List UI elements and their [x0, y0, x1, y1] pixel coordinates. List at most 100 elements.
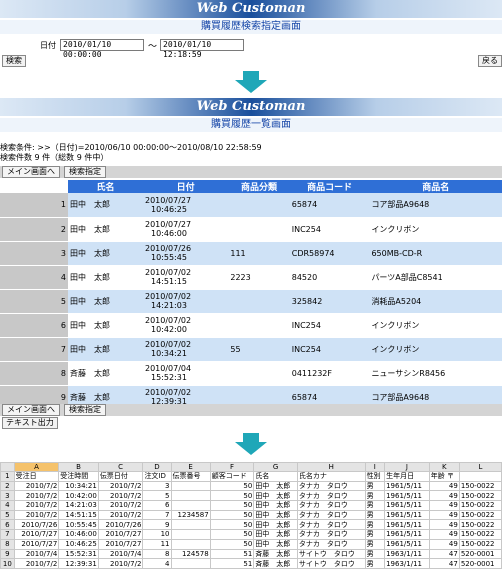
sheet-cell[interactable]: 15:52:31	[58, 548, 99, 560]
sheet-cell[interactable]: タナカ タロウ	[296, 519, 366, 531]
sheet-cell[interactable]: 47	[428, 548, 460, 560]
text-output-button[interactable]: テキスト出力	[2, 417, 58, 429]
sheet-cell[interactable]: 2010/7/4	[97, 548, 144, 560]
column-letter[interactable]: A	[13, 462, 60, 472]
sheet-cell[interactable]: 520-0001	[458, 548, 502, 560]
row-header[interactable]: 8	[0, 538, 15, 550]
sheet-cell[interactable]: サイトウ タロウ	[296, 548, 366, 560]
sheet-cell[interactable]: 2010/7/26	[97, 519, 144, 531]
sheet-cell[interactable]: 51	[209, 558, 255, 569]
sheet-cell[interactable]: サイトウ タロウ	[296, 558, 366, 569]
sheet-cell[interactable]: 124578	[170, 548, 211, 560]
sheet-cell[interactable]: 2010/7/2	[13, 480, 60, 492]
sheet-cell[interactable]: 田中 太郎	[253, 529, 298, 540]
sheet-cell[interactable]: 49	[428, 538, 460, 550]
sheet-cell[interactable]: 11	[142, 538, 172, 550]
sheet-cell[interactable]: 斉藤 太郎	[253, 548, 298, 560]
sheet-cell[interactable]: 49	[428, 529, 460, 540]
sheet-cell[interactable]: 150-0022	[458, 480, 502, 492]
sheet-cell[interactable]: 受注日	[13, 471, 60, 482]
sheet-cell[interactable]: 4	[142, 558, 172, 569]
column-letter[interactable]: F	[209, 462, 255, 472]
search-button[interactable]: 検索	[2, 55, 26, 67]
sheet-cell[interactable]: タナカ タロウ	[296, 490, 366, 502]
sheet-cell[interactable]: 9	[142, 519, 172, 531]
sheet-cell[interactable]: 50	[209, 538, 255, 550]
sheet-cell[interactable]: 1963/1/11	[384, 558, 430, 569]
column-letter[interactable]: B	[58, 462, 99, 472]
column-letter[interactable]: D	[142, 462, 172, 472]
row-header[interactable]: 1	[0, 471, 15, 482]
sheet-cell[interactable]: 2010/7/4	[13, 548, 60, 560]
sheet-cell[interactable]: 14:21:03	[58, 500, 99, 511]
search-spec-button-bottom[interactable]: 検索指定	[64, 404, 106, 416]
sheet-cell[interactable]: 150-0022	[458, 529, 502, 540]
sheet-cell[interactable]: 10:34:21	[58, 480, 99, 492]
sheet-cell[interactable]: 10:46:00	[58, 529, 99, 540]
sheet-cell[interactable]: 注文ID	[142, 471, 172, 482]
sheet-cell[interactable]: 1234587	[170, 509, 211, 521]
row-header[interactable]: 3	[0, 490, 15, 502]
sheet-cell[interactable]: 男	[364, 490, 386, 502]
sheet-cell[interactable]: 伝票番号	[170, 471, 211, 482]
sheet-cell[interactable]: 男	[364, 509, 386, 521]
sheet-cell[interactable]: 男	[364, 548, 386, 560]
column-letter[interactable]: G	[253, 462, 298, 472]
sheet-cell[interactable]: 49	[428, 480, 460, 492]
sheet-cell[interactable]: 1961/5/11	[384, 538, 430, 550]
sheet-cell[interactable]: 50	[209, 519, 255, 531]
sheet-cell[interactable]: 田中 太郎	[253, 538, 298, 550]
sheet-cell[interactable]: 田中 太郎	[253, 500, 298, 511]
sheet-cell[interactable]: 8	[142, 548, 172, 560]
sheet-cell[interactable]: 受注時間	[58, 471, 99, 482]
sheet-cell[interactable]: 520-0001	[458, 558, 502, 569]
sheet-cell[interactable]: 2010/7/2	[13, 509, 60, 521]
sheet-cell[interactable]: 6	[142, 500, 172, 511]
sheet-cell[interactable]: 2010/7/2	[13, 490, 60, 502]
column-letter[interactable]: E	[170, 462, 211, 472]
main-menu-button[interactable]: メイン画面へ	[2, 166, 60, 178]
sheet-cell[interactable]: タナカ タロウ	[296, 500, 366, 511]
sheet-cell[interactable]: タナカ タロウ	[296, 538, 366, 550]
back-button[interactable]: 戻る	[478, 55, 502, 67]
sheet-cell[interactable]: 3	[142, 480, 172, 492]
sheet-cell[interactable]: 150-0022	[458, 490, 502, 502]
sheet-cell[interactable]: 年齢 〒	[428, 471, 460, 482]
sheet-cell[interactable]: 50	[209, 529, 255, 540]
sheet-cell[interactable]: 男	[364, 529, 386, 540]
sheet-cell[interactable]: 2010/7/2	[97, 480, 144, 492]
sheet-cell[interactable]: 14:51:15	[58, 509, 99, 521]
row-header[interactable]: 6	[0, 519, 15, 531]
row-header[interactable]: 4	[0, 500, 15, 511]
sheet-cell[interactable]: 150-0022	[458, 519, 502, 531]
sheet-cell[interactable]: 田中 太郎	[253, 490, 298, 502]
column-letter[interactable]: K	[428, 462, 460, 472]
sheet-cell[interactable]	[170, 538, 211, 550]
sheet-cell[interactable]: 12:39:31	[58, 558, 99, 569]
sheet-cell[interactable]: 2010/7/27	[97, 529, 144, 540]
sheet-cell[interactable]	[170, 480, 211, 492]
sheet-cell[interactable]: 5	[142, 490, 172, 502]
sheet-cell[interactable]: 2010/7/2	[97, 500, 144, 511]
main-menu-button-bottom[interactable]: メイン画面へ	[2, 404, 60, 416]
search-spec-button[interactable]: 検索指定	[64, 166, 106, 178]
date-from-input[interactable]: 2010/01/10 00:00:00	[60, 39, 144, 59]
sheet-cell[interactable]: 2010/7/27	[13, 538, 60, 550]
sheet-cell[interactable]: 1961/5/11	[384, 519, 430, 531]
sheet-cell[interactable]: 1961/5/11	[384, 529, 430, 540]
sheet-cell[interactable]: 2010/7/27	[97, 538, 144, 550]
sheet-cell[interactable]: 氏名カナ	[296, 471, 366, 482]
sheet-cell[interactable]: 150-0022	[458, 500, 502, 511]
sheet-cell[interactable]: 顧客コード	[209, 471, 255, 482]
sheet-cell[interactable]: 男	[364, 500, 386, 511]
sheet-cell[interactable]: 2010/7/2	[13, 500, 60, 511]
sheet-cell[interactable]: タナカ タロウ	[296, 480, 366, 492]
row-header[interactable]: 7	[0, 529, 15, 540]
sheet-cell[interactable]	[170, 519, 211, 531]
sheet-cell[interactable]: 田中 太郎	[253, 519, 298, 531]
date-to-input[interactable]: 2010/01/10 12:18:59	[160, 39, 244, 59]
column-letter[interactable]: C	[97, 462, 144, 472]
column-letter[interactable]: L	[458, 462, 502, 472]
sheet-cell[interactable]: 男	[364, 519, 386, 531]
row-header[interactable]: 9	[0, 548, 15, 560]
